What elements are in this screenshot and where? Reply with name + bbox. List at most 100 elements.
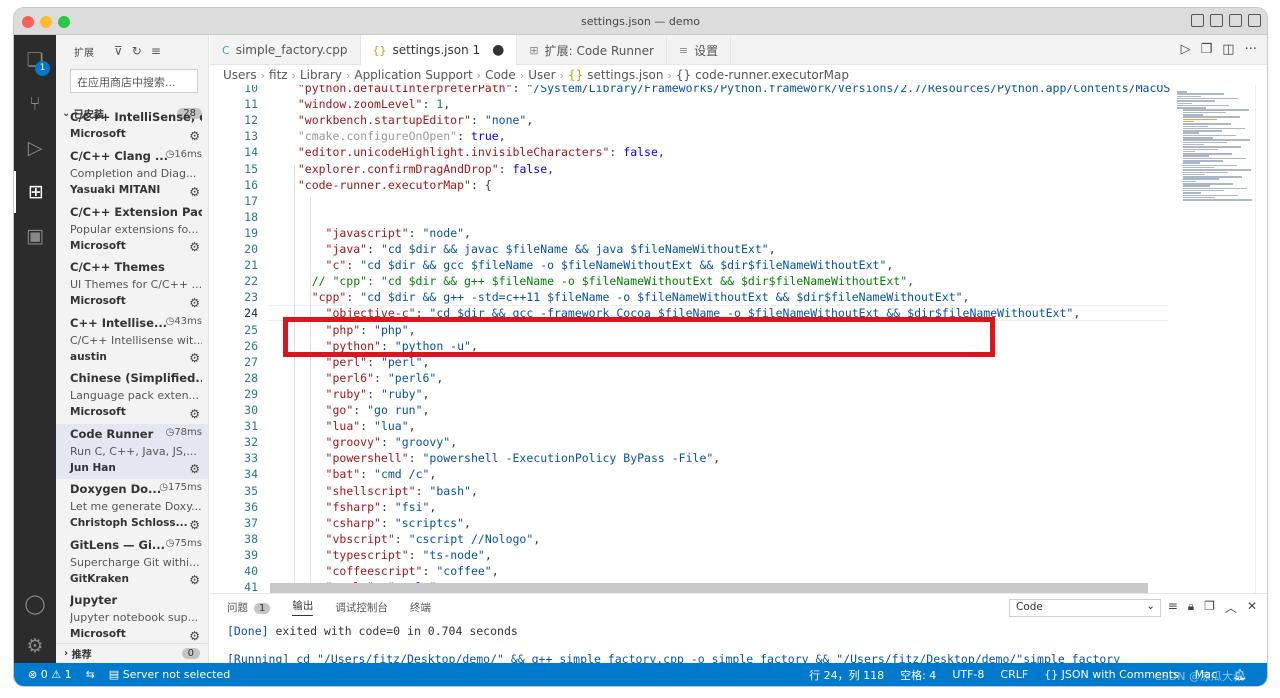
extensions-icon[interactable]: ⊞ <box>14 171 56 213</box>
extension-item[interactable]: Code Runner ◷78ms Run C, C++, Java, JS,...… <box>56 423 208 479</box>
code-line[interactable]: 15 "explorer.confirmDragAndDrop": false, <box>210 161 1170 177</box>
extension-item[interactable]: C/C++ IntelliSense, d... Microsoft ⚙ <box>56 107 208 146</box>
horizontal-scrollbar[interactable] <box>270 583 1148 593</box>
run-code-icon[interactable]: ▷ <box>1181 42 1191 57</box>
code-line[interactable]: 12 "workbench.startupEditor": "none", <box>210 112 1170 128</box>
code-line[interactable]: 37 "csharp": "scriptcs", <box>210 515 1170 531</box>
extension-item[interactable]: C/C++ Clang ... ◷16ms Completion and Diag.… <box>56 146 208 202</box>
split-editor-icon[interactable]: ◫ <box>1222 42 1234 57</box>
code-line[interactable]: 23 "cpp": "cd $dir && g++ -std=c++11 $fi… <box>210 289 1170 305</box>
eol-status[interactable]: CRLF <box>1000 668 1028 681</box>
code-line[interactable]: 31 "lua": "lua", <box>210 418 1170 434</box>
code-line[interactable]: 19 "javascript": "node", <box>210 225 1170 241</box>
code-line[interactable]: 20 "java": "cd $dir && javac $fileName &… <box>210 241 1170 257</box>
toggle-panel-icon[interactable] <box>1210 14 1223 27</box>
extension-item[interactable]: C++ Intellise... ◷43ms C/C++ Intellisense … <box>56 313 208 369</box>
extension-gear-icon[interactable]: ⚙ <box>189 462 200 476</box>
breadcrumb-item[interactable]: fitz <box>269 68 288 82</box>
code-line[interactable]: 30 "go": "go run", <box>210 402 1170 418</box>
code-line[interactable]: 17 <box>210 193 1170 209</box>
code-line[interactable]: 11 "window.zoomLevel": 1, <box>210 96 1170 112</box>
code-line[interactable]: 18 <box>210 209 1170 225</box>
code-line[interactable]: 13 "cmake.configureOnOpen": true, <box>210 128 1170 144</box>
extension-gear-icon[interactable]: ⚙ <box>189 351 200 365</box>
code-line[interactable]: 34 "bat": "cmd /c", <box>210 466 1170 482</box>
lock-scroll-icon[interactable]: 🔒︎ <box>1188 599 1194 616</box>
cursor-position[interactable]: 行 24，列 118 <box>809 667 884 683</box>
indentation-status[interactable]: 空格: 4 <box>900 667 936 683</box>
clear-icon[interactable]: ≡ <box>151 44 161 58</box>
vertical-scrollbar[interactable] <box>1255 85 1267 593</box>
code-line[interactable]: 14 "editor.unicodeHighlight.invisibleCha… <box>210 144 1170 160</box>
recommended-section-header[interactable]: › 推荐 0 <box>56 643 208 663</box>
code-line[interactable]: 21 "c": "cd $dir && gcc $fileName -o $fi… <box>210 257 1170 273</box>
tab-simple-factory[interactable]: C simple_factory.cpp <box>210 35 361 65</box>
code-line[interactable]: 35 "shellscript": "bash", <box>210 483 1170 499</box>
extension-item[interactable]: Chinese (Simplified... Language pack exte… <box>56 368 208 424</box>
close-panel-icon[interactable]: ✕ <box>1247 599 1257 616</box>
maximize-panel-icon[interactable]: ︿ <box>1225 599 1237 616</box>
more-actions-icon[interactable]: ··· <box>1245 42 1257 57</box>
code-line[interactable]: 22 // "cpp": "cd $dir && g++ $fileName -… <box>210 273 1170 289</box>
extension-gear-icon[interactable]: ⚙ <box>189 185 200 199</box>
extension-search-input[interactable]: 在应用商店中搜索... <box>70 69 198 93</box>
tab-extension-code-runner[interactable]: ⊞ 扩展: Code Runner <box>517 35 667 65</box>
extension-item[interactable]: Doxygen Do... ◷175ms Let me generate Doxy.… <box>56 479 208 535</box>
breadcrumb-item[interactable]: Code <box>485 68 516 82</box>
extension-gear-icon[interactable]: ⚙ <box>189 129 200 143</box>
toggle-sidebar-icon[interactable] <box>1191 14 1204 27</box>
refresh-icon[interactable]: ↻ <box>132 44 142 58</box>
extension-gear-icon[interactable]: ⚙ <box>189 240 200 254</box>
extension-item[interactable]: Jupyter Jupyter notebook sup... Microsoft ⚙ <box>56 590 208 646</box>
unsaved-dot-icon[interactable]: ● <box>492 42 504 58</box>
server-status[interactable]: ▤ Server not selected <box>109 668 230 681</box>
code-line[interactable]: 39 "typescript": "ts-node", <box>210 547 1170 563</box>
code-line[interactable]: 16 "code-runner.executorMap": { <box>210 177 1170 193</box>
code-line[interactable]: 10 "python.defaultInterpreterPath": "/Sy… <box>210 85 1170 96</box>
clear-output-icon[interactable]: ≡ <box>1168 599 1178 616</box>
code-line[interactable]: 40 "coffeescript": "coffee", <box>210 563 1170 579</box>
breadcrumb-item[interactable]: User <box>528 68 555 82</box>
minimap[interactable] <box>1175 91 1257 201</box>
manage-gear-icon[interactable]: ⚙ <box>14 625 56 667</box>
code-line[interactable]: 28 "perl6": "perl6", <box>210 370 1170 386</box>
code-line[interactable]: 36 "fsharp": "fsi", <box>210 499 1170 515</box>
customize-layout-icon[interactable] <box>1248 14 1261 27</box>
remote-status-icon[interactable]: ⇆ <box>86 668 95 681</box>
source-control-icon[interactable]: ⑂ <box>14 83 56 125</box>
breadcrumb-item[interactable]: code-runner.executorMap <box>695 68 849 82</box>
open-output-editor-icon[interactable]: ❐ <box>1204 599 1215 616</box>
extension-gear-icon[interactable]: ⚙ <box>189 407 200 421</box>
encoding-status[interactable]: UTF-8 <box>952 668 984 681</box>
code-line[interactable]: 38 "vbscript": "cscript //Nologo", <box>210 531 1170 547</box>
extension-item[interactable]: C/C++ Themes UI Themes for C/C++ ... Micro… <box>56 257 208 313</box>
extension-gear-icon[interactable]: ⚙ <box>189 573 200 587</box>
tab-settings[interactable]: ≡ 设置 <box>667 35 732 65</box>
toggle-secondary-sidebar-icon[interactable] <box>1229 14 1242 27</box>
extension-item[interactable]: C/C++ Extension Pack Popular extensions f… <box>56 202 208 258</box>
remote-explorer-icon[interactable]: ▣ <box>14 215 56 257</box>
tab-output[interactable]: 输出 <box>292 598 314 616</box>
tab-terminal[interactable]: 终端 <box>410 600 431 615</box>
tab-settings-json[interactable]: {} settings.json 1 ● <box>360 35 518 65</box>
output-channel-select[interactable]: Code ⌄ <box>1009 599 1161 617</box>
explorer-icon[interactable]: ❏ 1 <box>14 39 56 81</box>
breadcrumb-item[interactable]: Library <box>300 68 342 82</box>
extension-gear-icon[interactable]: ⚙ <box>189 296 200 310</box>
tab-debug-console[interactable]: 调试控制台 <box>335 600 388 615</box>
extension-gear-icon[interactable]: ⚙ <box>189 629 200 643</box>
breadcrumb-item[interactable]: Users <box>223 68 257 82</box>
code-line[interactable]: 29 "ruby": "ruby", <box>210 386 1170 402</box>
run-debug-icon[interactable]: ▷ <box>14 127 56 169</box>
breadcrumb-item[interactable]: Application Support <box>354 68 472 82</box>
accounts-icon[interactable]: ◯ <box>14 583 56 625</box>
extension-gear-icon[interactable]: ⚙ <box>189 518 200 532</box>
code-line[interactable]: 32 "groovy": "groovy", <box>210 434 1170 450</box>
filter-icon[interactable]: ⊽ <box>114 44 123 58</box>
code-line[interactable]: 33 "powershell": "powershell -ExecutionP… <box>210 450 1170 466</box>
extension-item[interactable]: GitLens — Gi... ◷75ms Supercharge Git with… <box>56 535 208 591</box>
code-editor[interactable]: 10 "python.defaultInterpreterPath": "/Sy… <box>210 85 1170 593</box>
breadcrumb-item[interactable]: settings.json <box>587 68 663 82</box>
tab-problems[interactable]: 问题 1 <box>227 600 271 615</box>
open-settings-ui-icon[interactable]: ❐ <box>1201 42 1213 57</box>
